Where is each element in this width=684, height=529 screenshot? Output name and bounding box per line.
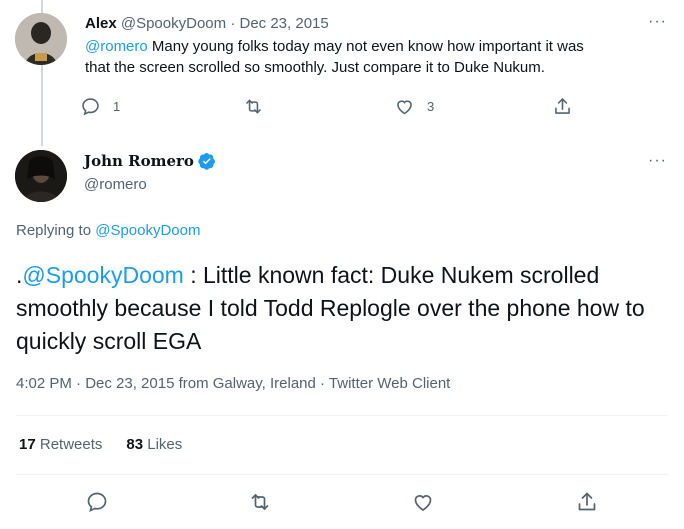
mention-link[interactable]: @SpookyDoom xyxy=(22,262,183,288)
tweet-date[interactable]: Dec 23, 2015 xyxy=(239,15,328,32)
reply-count: 1 xyxy=(113,99,121,114)
tweet-meta[interactable]: 4:02 PM · Dec 23, 2015 from Galway, Irel… xyxy=(16,375,450,392)
author-name[interactable]: Alex xyxy=(85,15,117,32)
reply-icon xyxy=(87,492,107,513)
retweet-icon xyxy=(246,99,261,114)
display-name[interactable]: John Romero xyxy=(84,151,194,171)
divider xyxy=(16,415,668,416)
replying-to-link[interactable]: @SpookyDoom xyxy=(95,222,200,239)
replying-to: Replying to @SpookyDoom xyxy=(16,222,201,239)
reply-button[interactable] xyxy=(85,490,109,514)
share-button[interactable] xyxy=(552,96,573,117)
share-icon xyxy=(578,492,596,511)
retweets-count: 17 xyxy=(19,436,36,453)
tweet-stats: 17 Retweets 83 Likes xyxy=(19,436,182,453)
retweets-label: Retweets xyxy=(35,436,103,453)
likes-count: 83 xyxy=(126,436,144,453)
separator: · xyxy=(230,15,236,32)
likes-label: Likes xyxy=(143,436,183,453)
retweet-icon xyxy=(251,494,269,510)
like-icon xyxy=(414,495,432,511)
main-tweet-actions xyxy=(0,490,684,516)
retweet-button[interactable] xyxy=(248,490,272,514)
like-button[interactable] xyxy=(411,490,435,514)
avatar[interactable] xyxy=(15,13,67,65)
more-icon[interactable]: ··· xyxy=(648,13,667,31)
tweet-text-line1: Many young folks today may not even know… xyxy=(147,38,584,55)
retweets-stat[interactable]: 17 Retweets xyxy=(19,436,102,453)
verified-badge-icon xyxy=(198,152,215,170)
retweet-button[interactable] xyxy=(243,96,264,117)
reply-button[interactable]: 1 xyxy=(80,96,120,117)
like-icon xyxy=(397,100,412,115)
mention-link[interactable]: @romero xyxy=(85,38,148,55)
author-handle[interactable]: @romero xyxy=(84,175,216,195)
replying-prefix: Replying to xyxy=(16,222,96,239)
likes-stat[interactable]: 83 Likes xyxy=(126,436,182,453)
tweet-text: @romero Many young folks today may not e… xyxy=(85,36,664,78)
tweet-text-line2: that the screen scrolled so smoothly. Ju… xyxy=(85,59,545,76)
main-tweet-author[interactable]: John Romero @romero xyxy=(84,151,216,195)
reply-icon xyxy=(82,98,99,116)
share-button[interactable] xyxy=(575,490,599,514)
avatar[interactable] xyxy=(15,150,67,202)
share-icon xyxy=(555,98,570,114)
author-handle[interactable]: @SpookyDoom xyxy=(121,15,226,32)
tweet-text: .@SpookyDoom : Little known fact: Duke N… xyxy=(16,259,666,358)
like-count: 3 xyxy=(427,99,435,114)
reply-tweet[interactable]: Alex @SpookyDoom · Dec 23, 2015 @romero … xyxy=(85,14,664,78)
like-button[interactable]: 3 xyxy=(394,96,434,117)
divider xyxy=(16,474,668,475)
more-icon[interactable]: ··· xyxy=(648,152,667,170)
reply-tweet-actions: 1 3 xyxy=(80,96,600,120)
